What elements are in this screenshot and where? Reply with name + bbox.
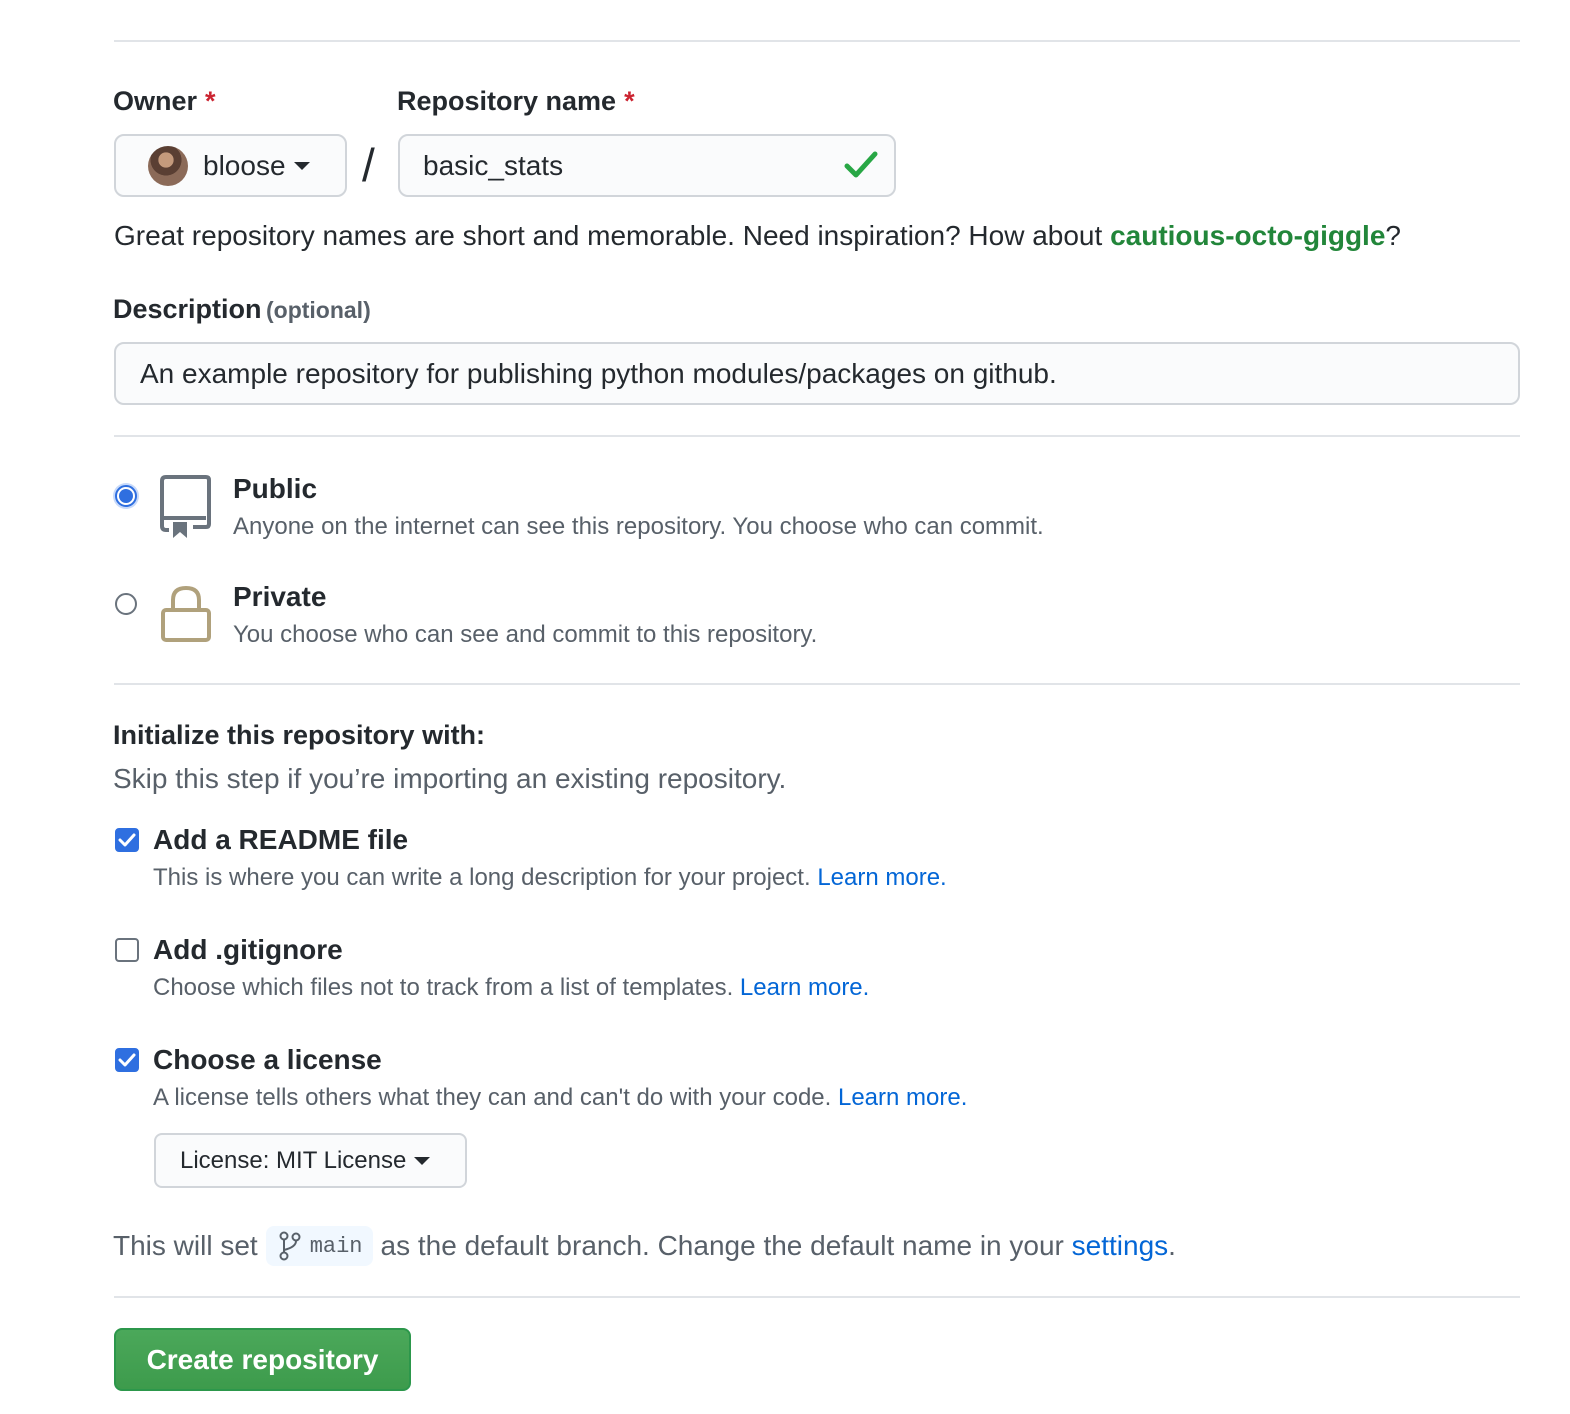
hint-suffix: ? [1385, 220, 1401, 251]
branch-name: main [309, 1233, 363, 1259]
owner-label: Owner * [113, 86, 216, 117]
owner-repo-separator: / [362, 139, 375, 191]
license-select[interactable]: License: MIT License [154, 1133, 467, 1188]
name-suggestion-link[interactable]: cautious-octo-giggle [1110, 220, 1385, 251]
lock-icon [161, 585, 211, 642]
create-repository-button[interactable]: Create repository [114, 1328, 411, 1391]
gitignore-checkbox[interactable] [115, 938, 139, 962]
git-branch-icon [279, 1231, 301, 1261]
branch-badge: main [265, 1226, 373, 1266]
public-title: Public [233, 473, 318, 504]
branch-middle: as the default branch. Change the defaul… [380, 1230, 1064, 1261]
gitignore-learn-more-link[interactable]: Learn more. [740, 974, 869, 1001]
readme-learn-more-link[interactable]: Learn more. [817, 864, 946, 891]
gitignore-title: Add .gitignore [153, 934, 343, 965]
license-desc-text: A license tells others what they can and… [153, 1084, 832, 1111]
repo-name-input[interactable]: basic_stats [398, 134, 896, 197]
license-title: Choose a license [153, 1044, 382, 1075]
chevron-down-icon [414, 1156, 431, 1165]
description-value: An example repository for publishing pyt… [140, 357, 1057, 389]
private-desc: You choose who can see and commit to thi… [233, 621, 818, 648]
branch-suffix: . [1168, 1230, 1176, 1261]
check-icon [844, 151, 878, 178]
gitignore-desc: Choose which files not to track from a l… [153, 974, 869, 1002]
license-select-label: License: MIT License [180, 1146, 407, 1174]
owner-value: bloose [203, 149, 286, 181]
owner-label-text: Owner [113, 86, 198, 116]
owner-required-mark: * [205, 86, 216, 116]
chevron-down-icon [293, 161, 310, 170]
description-label-text: Description [113, 294, 262, 324]
settings-link[interactable]: settings [1072, 1230, 1169, 1262]
repo-name-hint: Great repository names are short and mem… [114, 220, 1401, 252]
checkmark-icon [118, 833, 136, 847]
readme-checkbox[interactable] [115, 828, 139, 852]
description-label: Description (optional) [113, 294, 371, 325]
divider [114, 1296, 1520, 1298]
repo-name-label: Repository name * [397, 86, 635, 117]
description-input[interactable]: An example repository for publishing pyt… [114, 342, 1520, 405]
gitignore-desc-text: Choose which files not to track from a l… [153, 974, 734, 1001]
branch-prefix: This will set [113, 1230, 258, 1261]
owner-select[interactable]: bloose [114, 134, 347, 197]
repo-icon [160, 475, 211, 538]
license-checkbox[interactable] [115, 1048, 139, 1072]
repo-name-required-mark: * [624, 86, 635, 116]
readme-desc-text: This is where you can write a long descr… [153, 864, 811, 891]
private-title: Private [233, 581, 327, 612]
divider [114, 435, 1520, 437]
default-branch-note: This will set main as the default branch… [113, 1226, 1176, 1266]
checkmark-icon [118, 1053, 136, 1067]
init-subheading: Skip this step if you’re importing an ex… [113, 763, 787, 794]
description-optional: (optional) [265, 297, 371, 323]
top-divider [114, 40, 1520, 42]
init-heading: Initialize this repository with: [113, 720, 486, 750]
public-radio[interactable] [115, 485, 137, 507]
avatar [148, 145, 188, 186]
repo-name-value: basic_stats [423, 149, 564, 181]
readme-title: Add a README file [153, 824, 409, 855]
repo-name-label-text: Repository name [397, 86, 617, 116]
public-desc: Anyone on the internet can see this repo… [233, 513, 1044, 540]
divider [114, 683, 1520, 685]
license-desc: A license tells others what they can and… [153, 1084, 967, 1112]
readme-desc: This is where you can write a long descr… [153, 864, 947, 892]
hint-text: Great repository names are short and mem… [114, 220, 1111, 251]
private-radio[interactable] [115, 593, 137, 615]
license-learn-more-link[interactable]: Learn more. [838, 1084, 967, 1111]
